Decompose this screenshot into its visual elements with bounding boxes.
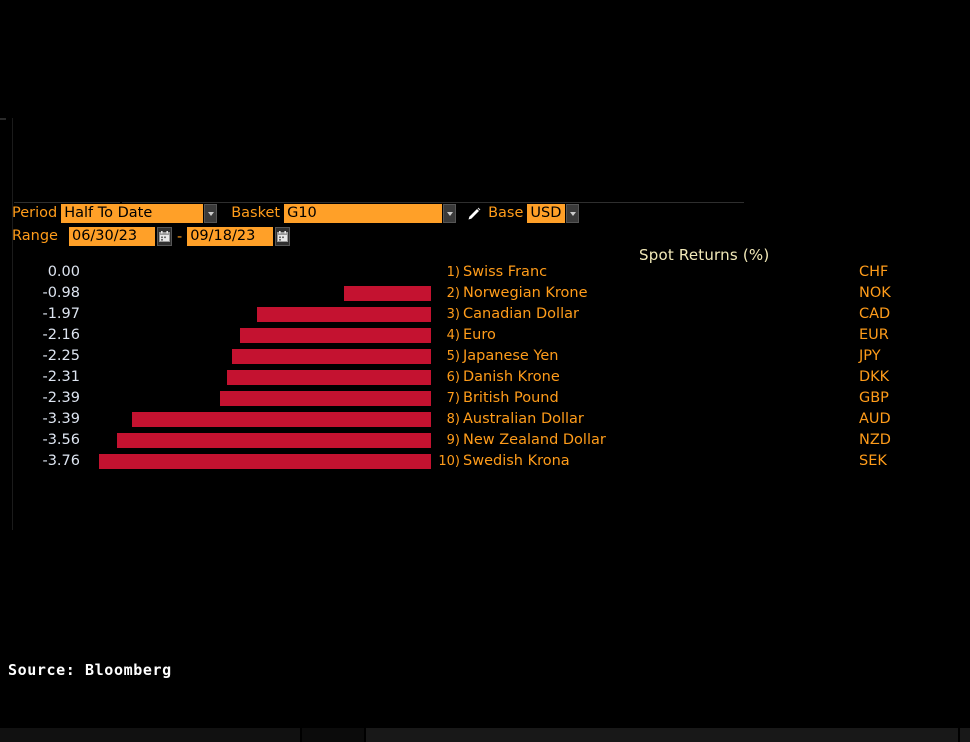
chart-row[interactable]: -3.76 10) Swedish Krona SEK [0, 451, 970, 472]
spot-returns-chart: Spot Returns (%) 0.00 1) Swiss Franc CHF -0.… [0, 240, 970, 490]
row-currency-code[interactable]: DKK [859, 369, 889, 386]
row-currency-code[interactable]: CHF [859, 264, 888, 281]
row-currency-name[interactable]: Swedish Krona [463, 453, 570, 470]
basket-dropdown-chevron-down-icon[interactable] [443, 204, 457, 223]
row-currency-name[interactable]: New Zealand Dollar [463, 432, 606, 449]
row-value: -2.16 [42, 327, 80, 343]
status-segment-mid [302, 728, 364, 742]
period-dropdown-chevron-down-icon[interactable] [204, 204, 218, 223]
row-rank: 8) [446, 412, 460, 427]
period-input[interactable]: Half To Date [61, 204, 204, 223]
source-attribution: Source: Bloomberg [8, 661, 172, 679]
row-currency-name[interactable]: Australian Dollar [463, 411, 584, 428]
basket-input[interactable]: G10 [284, 204, 443, 223]
status-segment-left [0, 728, 300, 742]
row-bar[interactable] [257, 307, 431, 322]
chart-row[interactable]: -1.97 3) Canadian Dollar CAD [0, 304, 970, 325]
row-rank: 6) [446, 370, 460, 385]
row-currency-code[interactable]: AUD [859, 411, 891, 428]
row-value: -0.98 [42, 285, 80, 301]
row-bar[interactable] [116, 433, 431, 448]
row-currency-name[interactable]: British Pound [463, 390, 559, 407]
row-rank: 1) [446, 265, 460, 280]
row-rank: 10) [438, 454, 460, 469]
row-value: -2.39 [42, 390, 80, 406]
row-rank: 9) [446, 433, 460, 448]
row-currency-name[interactable]: Euro [463, 327, 496, 344]
row-bar[interactable] [240, 328, 431, 343]
control-row-primary: Period Half To Date Basket G10 Base USD [12, 203, 580, 224]
status-divider-3 [958, 728, 959, 742]
row-value: -3.39 [42, 411, 80, 427]
row-currency-name[interactable]: Canadian Dollar [463, 306, 579, 323]
status-divider-2 [365, 728, 366, 742]
row-currency-code[interactable]: CAD [859, 306, 890, 323]
row-currency-code[interactable]: SEK [859, 453, 887, 470]
status-segment-center [366, 728, 958, 742]
status-strip [0, 728, 970, 742]
row-currency-code[interactable]: JPY [859, 348, 881, 365]
row-value: -2.25 [42, 348, 80, 364]
row-rank: 4) [446, 328, 460, 343]
chart-row[interactable]: -2.25 5) Japanese Yen JPY [0, 346, 970, 367]
row-value: 0.00 [47, 264, 80, 280]
row-rank: 7) [446, 391, 460, 406]
edit-basket-pencil-icon[interactable] [464, 204, 484, 223]
row-currency-name[interactable]: Danish Krone [463, 369, 560, 386]
row-currency-code[interactable]: NZD [859, 432, 891, 449]
base-dropdown-chevron-down-icon[interactable] [566, 204, 580, 223]
chart-row[interactable]: 0.00 1) Swiss Franc CHF [0, 262, 970, 283]
chart-row[interactable]: -3.39 8) Australian Dollar AUD [0, 409, 970, 430]
chart-row[interactable]: -2.16 4) Euro EUR [0, 325, 970, 346]
row-value: -1.97 [42, 306, 80, 322]
row-currency-code[interactable]: NOK [859, 285, 891, 302]
row-bar[interactable] [227, 370, 431, 385]
row-rank: 5) [446, 349, 460, 364]
row-bar[interactable] [232, 349, 431, 364]
chart-row[interactable]: -0.98 2) Norwegian Krone NOK [0, 283, 970, 304]
chart-row[interactable]: -2.39 7) British Pound GBP [0, 388, 970, 409]
row-currency-code[interactable]: EUR [859, 327, 889, 344]
chart-row[interactable]: -2.31 6) Danish Krone DKK [0, 367, 970, 388]
row-value: -3.76 [42, 453, 80, 469]
row-bar[interactable] [99, 454, 431, 469]
base-currency-input[interactable]: USD [527, 204, 566, 223]
chart-row[interactable]: -3.56 9) New Zealand Dollar NZD [0, 430, 970, 451]
period-label: Period [12, 205, 58, 221]
row-bar[interactable] [219, 391, 431, 406]
row-currency-name[interactable]: Swiss Franc [463, 264, 547, 281]
row-currency-name[interactable]: Norwegian Krone [463, 285, 588, 302]
row-rank: 2) [446, 286, 460, 301]
row-value: -3.56 [42, 432, 80, 448]
status-divider-1 [301, 728, 302, 742]
status-segment-right [960, 728, 970, 742]
row-currency-code[interactable]: GBP [859, 390, 889, 407]
row-currency-name[interactable]: Japanese Yen [463, 348, 559, 365]
basket-label: Basket [231, 205, 281, 221]
row-bar[interactable] [344, 286, 431, 301]
row-value: -2.31 [42, 369, 80, 385]
row-bar[interactable] [131, 412, 431, 427]
panel-corner-tick [0, 118, 6, 120]
base-label: Base [488, 205, 524, 221]
row-rank: 3) [446, 307, 460, 322]
